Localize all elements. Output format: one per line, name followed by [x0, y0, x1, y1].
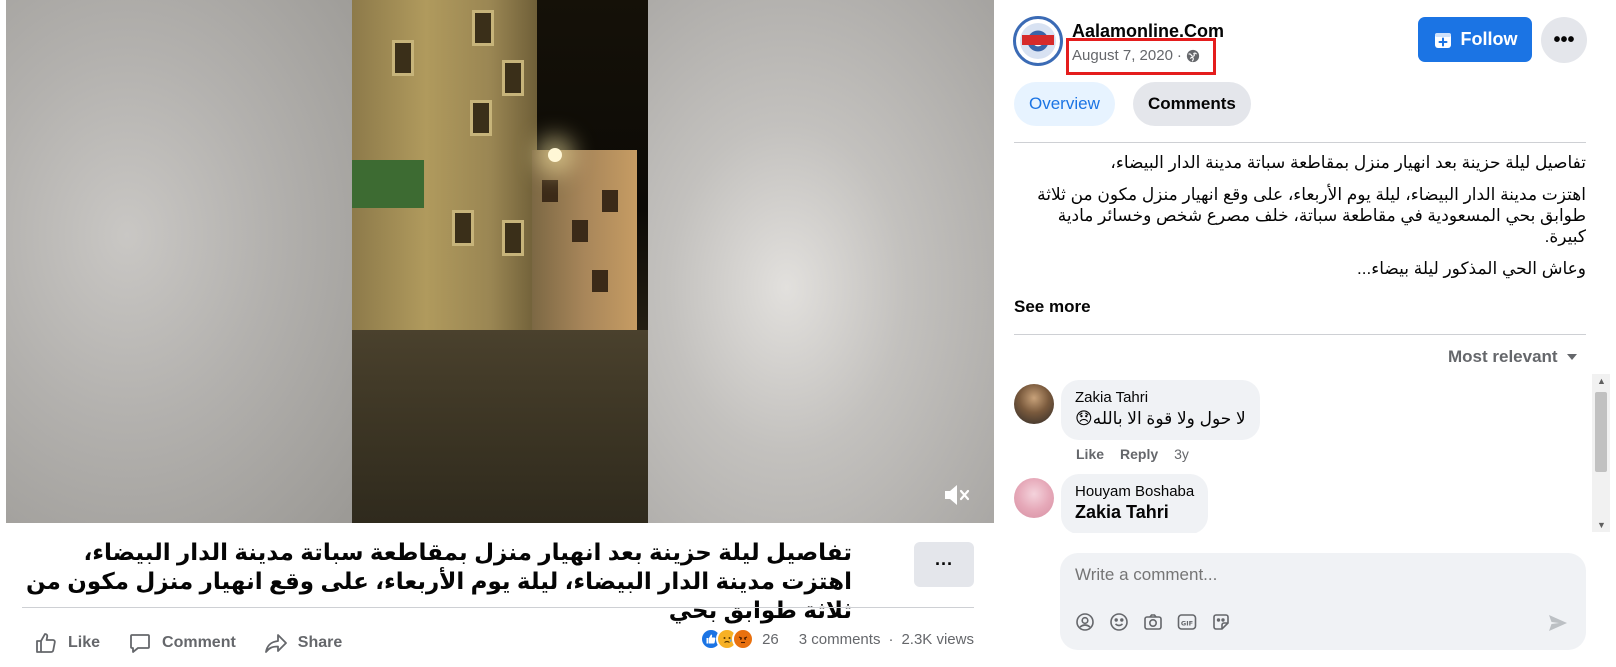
description-paragraph: تفاصيل ليلة حزينة بعد انهيار منزل بمقاطع… — [1110, 153, 1586, 172]
avatar-sticker-icon[interactable] — [1074, 611, 1096, 633]
description-paragraph: وعاش الحي المذكور ليلة بيضاء... — [1357, 259, 1586, 278]
scroll-thumb[interactable] — [1595, 392, 1607, 472]
caption-more-button[interactable]: ··· — [914, 542, 974, 587]
speaker-muted-icon[interactable] — [942, 483, 970, 507]
add-page-icon — [1434, 32, 1451, 48]
comment-text: لا حول ولا قوة الا بالله😞 — [1075, 409, 1246, 428]
svg-text:GIF: GIF — [1181, 620, 1193, 628]
divider — [1014, 142, 1586, 143]
video-caption: تفاصيل ليلة حزينة بعد انهيار منزل بمقاطع… — [25, 539, 852, 623]
follow-label: Follow — [1460, 29, 1518, 49]
follow-button[interactable]: Follow — [1418, 17, 1532, 62]
post-description: تفاصيل ليلة حزينة بعد انهيار منزل بمقاطع… — [1014, 152, 1586, 290]
camera-icon[interactable] — [1142, 611, 1164, 633]
share-label: Share — [297, 634, 343, 651]
composer-tools: GIF — [1074, 611, 1232, 633]
comments-scrollbar[interactable]: ▲ ▼ — [1592, 374, 1610, 532]
comment-mention[interactable]: Zakia Tahri — [1075, 501, 1194, 524]
video-player[interactable] — [6, 0, 994, 523]
like-label: Like — [68, 634, 101, 651]
views-count: 2.3K views — [901, 630, 974, 648]
divider — [22, 607, 974, 608]
comment-sort-dropdown[interactable]: Most relevant — [1448, 347, 1578, 367]
more-options-button[interactable]: ••• — [1541, 17, 1587, 63]
share-button[interactable]: Share — [252, 625, 354, 661]
action-bar: Like Comment Share — [22, 622, 354, 664]
comments-count[interactable]: 3 comments — [799, 631, 881, 648]
tab-comments[interactable]: Comments — [1133, 82, 1251, 126]
comment-like-button[interactable]: Like — [1076, 446, 1104, 462]
post-stats: 26 3 comments · 2.3K views — [700, 628, 974, 650]
comment-bubble: Houyam Boshaba Zakia Tahri — [1061, 474, 1209, 533]
reaction-count[interactable]: 26 — [762, 631, 779, 648]
sort-label: Most relevant — [1448, 347, 1558, 366]
divider — [1014, 334, 1586, 335]
shop-sign — [352, 160, 424, 208]
comment-time[interactable]: 3y — [1174, 446, 1189, 462]
comment-meta: Like Reply 3y — [1076, 446, 1189, 462]
caret-down-icon — [1566, 354, 1577, 360]
commenter-avatar[interactable] — [1014, 478, 1054, 518]
description-paragraph: اهتزت مدينة الدار البيضاء، ليلة يوم الأر… — [1037, 185, 1586, 246]
comment-item: Zakia Tahri لا حول ولا قوة الا بالله😞 Li… — [1014, 378, 1586, 472]
sticker-icon[interactable] — [1210, 611, 1232, 633]
scroll-up-icon[interactable]: ▲ — [1597, 376, 1606, 386]
comments-list: Zakia Tahri لا حول ولا قوة الا بالله😞 Li… — [1014, 378, 1586, 533]
tab-overview[interactable]: Overview — [1014, 82, 1115, 126]
gif-icon[interactable]: GIF — [1176, 611, 1198, 633]
video-frame — [352, 0, 648, 523]
post-details-panel: Aalamonline.Com August 7, 2020 · Follow … — [994, 0, 1616, 667]
street — [352, 330, 648, 523]
comment-input[interactable] — [1075, 565, 1475, 585]
date-highlight-box — [1066, 38, 1216, 75]
video-blur-right — [648, 0, 994, 523]
comment-author[interactable]: Zakia Tahri — [1075, 388, 1246, 407]
comment-author[interactable]: Houyam Boshaba — [1075, 482, 1194, 501]
page-avatar[interactable] — [1013, 16, 1063, 66]
comment-icon — [130, 634, 150, 653]
reaction-icons[interactable] — [700, 628, 755, 650]
street-lamp — [548, 148, 562, 162]
thumbs-up-icon — [36, 633, 56, 653]
comment-bubble: Zakia Tahri لا حول ولا قوة الا بالله😞 — [1061, 380, 1260, 440]
commenter-avatar[interactable] — [1014, 384, 1054, 424]
angry-reaction-icon — [732, 628, 755, 650]
share-icon — [264, 634, 287, 653]
comment-label: Comment — [162, 634, 236, 651]
send-icon[interactable] — [1546, 611, 1570, 635]
comment-button[interactable]: Comment — [116, 625, 248, 661]
like-button[interactable]: Like — [22, 625, 112, 661]
building-right — [532, 150, 637, 340]
scroll-down-icon[interactable]: ▼ — [1597, 520, 1606, 530]
video-blur-left — [6, 0, 352, 523]
see-more-link[interactable]: See more — [1014, 297, 1091, 317]
stats-separator: · — [888, 630, 894, 648]
comment-composer: GIF — [1060, 553, 1586, 650]
facebook-video-post: تفاصيل ليلة حزينة بعد انهيار منزل بمقاطع… — [0, 0, 1616, 667]
comment-item: Houyam Boshaba Zakia Tahri — [1014, 472, 1586, 533]
comment-reply-button[interactable]: Reply — [1120, 446, 1158, 462]
emoji-icon[interactable] — [1108, 611, 1130, 633]
